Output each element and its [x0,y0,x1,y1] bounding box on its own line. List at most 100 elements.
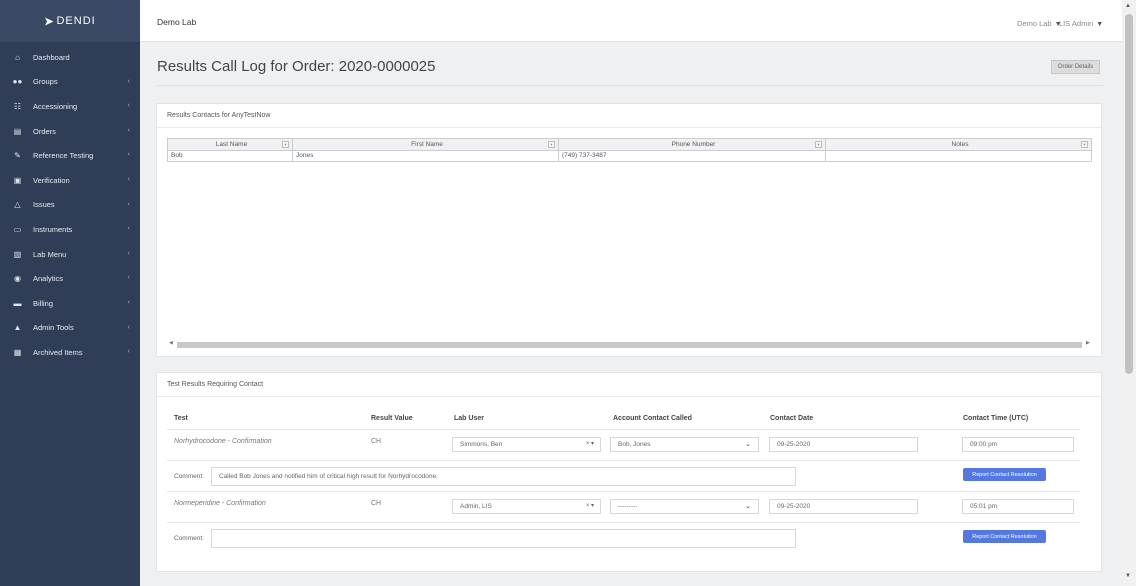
caret-down-icon: ▼ [1096,21,1104,28]
sidebar-item-instruments[interactable]: ▭ Instruments ‹ [0,217,140,242]
orders-icon: ▤ [13,126,22,136]
column-header-test: Test [174,415,188,422]
clear-caret-icon[interactable]: × ▾ [586,438,594,451]
column-header-last-name[interactable]: Last Name ▼ [168,139,293,150]
chevron-left-icon: ‹ [127,200,130,208]
result-value: CH [371,500,382,507]
column-header-contact-time: Contact Time (UTC) [963,415,1029,422]
contacts-panel-title: Results Contacts for AnyTestNow [167,112,271,119]
order-details-button[interactable]: Order Details [1051,60,1100,74]
filter-icon[interactable]: ▼ [548,141,555,148]
lab-menu-icon: ▧ [13,249,22,259]
report-contact-resolution-button[interactable]: Report Contact Resolution [963,468,1046,481]
account-contact-select[interactable]: --------- ⌄ [610,499,759,514]
filter-icon[interactable]: ▼ [1081,141,1088,148]
filter-icon[interactable]: ▼ [815,141,822,148]
sidebar-item-issues[interactable]: △ Issues ‹ [0,193,140,218]
lab-name: Demo Lab [157,17,197,27]
sidebar-item-accessioning[interactable]: ☷ Accessioning ‹ [0,94,140,119]
divider [167,460,1080,461]
scrollbar-thumb[interactable] [1125,14,1133,374]
sidebar-item-lab-menu[interactable]: ▧ Lab Menu ‹ [0,242,140,267]
chevron-left-icon: ‹ [127,323,130,331]
cell-notes [826,151,1091,161]
scrollbar-thumb[interactable] [177,342,1082,348]
clear-caret-icon[interactable]: × ▾ [586,500,594,513]
lab-user-select[interactable]: Simmons, Ben × ▾ [452,437,601,452]
scroll-left-icon[interactable]: ◀ [169,340,173,346]
page-title: Results Call Log for Order: 2020-0000025 [157,58,436,75]
analytics-icon: ◉ [14,274,21,284]
results-panel-title: Test Results Requiring Contact [167,381,264,388]
table-row[interactable]: Bob Jones (749) 737-3487 [168,151,1091,161]
divider [167,429,1080,430]
test-name: Norhydrocodone - Confirmation [174,438,272,445]
contact-time-input[interactable]: 05:01 pm [962,499,1074,514]
cell-first-name: Jones [293,151,559,161]
sidebar: ➤ DENDI ⌂ Dashboard ●● Groups ‹ ☷ Accessionin… [0,0,140,586]
column-header-phone-number[interactable]: Phone Number ▼ [559,139,826,150]
account-contact-select[interactable]: Bob, Jones ⌄ [610,437,759,452]
sidebar-item-groups[interactable]: ●● Groups ‹ [0,70,140,95]
chevron-left-icon: ‹ [127,274,130,282]
sidebar-item-admin-tools[interactable]: ▲ Admin Tools ‹ [0,316,140,341]
chevron-left-icon: ‹ [127,175,130,183]
contact-time-input[interactable]: 09:00 pm [962,437,1074,452]
chevron-left-icon: ‹ [127,298,130,306]
column-header-notes[interactable]: Notes ▼ [826,139,1091,150]
top-bar: Demo Lab Demo Lab ▼ LIS Admin ▼ [140,0,1122,42]
column-header-first-name[interactable]: First Name ▼ [293,139,559,150]
report-contact-resolution-button[interactable]: Report Contact Resolution [963,530,1046,543]
brand-logo[interactable]: ➤ DENDI [0,0,140,42]
chevron-left-icon: ‹ [127,225,130,233]
sidebar-item-archived-items[interactable]: ▦ Archived Items ‹ [0,340,140,365]
page-scrollbar[interactable]: ▲ ▼ [1122,0,1136,586]
sidebar-item-analytics[interactable]: ◉ Analytics ‹ [0,266,140,291]
results-panel: Test Results Requiring Contact Test Resu… [156,372,1102,572]
lab-menu-dropdown[interactable]: Demo Lab ▼ [1017,19,1062,28]
lab-user-select[interactable]: Admin, LIS × ▾ [452,499,601,514]
contacts-panel: Results Contacts for AnyTestNow Last Nam… [156,103,1102,357]
comment-input[interactable]: Called Bob Jones and notified him of cri… [211,467,796,486]
scroll-down-icon[interactable]: ▼ [1125,573,1131,579]
scroll-up-icon[interactable]: ▲ [1125,3,1131,9]
chevron-left-icon: ‹ [127,348,130,356]
users-icon: ●● [12,77,23,87]
sidebar-item-dashboard[interactable]: ⌂ Dashboard [0,45,140,70]
accessioning-icon: ☷ [13,101,22,111]
user-menu-dropdown[interactable]: LIS Admin ▼ [1059,19,1103,28]
home-icon: ⌂ [15,52,20,62]
chevron-down-icon: ⌄ [745,503,751,510]
contact-date-input[interactable]: 09-25-2020 [769,499,918,514]
contacts-grid: Last Name ▼ First Name ▼ Phone Number ▼ Not… [167,138,1092,162]
column-header-account-contact: Account Contact Called [613,415,692,422]
sidebar-item-reference-testing[interactable]: ✎ Reference Testing ‹ [0,143,140,168]
sidebar-item-orders[interactable]: ▤ Orders ‹ [0,119,140,144]
grid-horizontal-scrollbar[interactable]: ◀ ▶ [167,340,1092,349]
result-value: CH [371,438,382,445]
sidebar-nav: ⌂ Dashboard ●● Groups ‹ ☷ Accessioning ‹ ▤ Ord… [0,42,140,365]
comment-label: Comment: [174,535,204,542]
divider [157,396,1101,397]
column-header-result-value: Result Value [371,415,413,422]
chevron-down-icon: ⌄ [745,441,751,448]
divider [157,85,1103,86]
cell-phone-number: (749) 737-3487 [559,151,826,161]
cell-last-name: Bob [168,151,293,161]
chevron-left-icon: ‹ [127,126,130,134]
divider [167,522,1080,523]
divider [157,127,1101,128]
column-header-contact-date: Contact Date [770,415,814,422]
monitor-icon: ▭ [13,224,22,234]
contact-date-input[interactable]: 09-25-2020 [769,437,918,452]
divider [167,491,1080,492]
billing-icon: ▬ [13,298,22,308]
test-name: Normeperidine - Confirmation [174,500,266,507]
comment-input[interactable] [211,529,796,548]
chevron-left-icon: ‹ [127,77,130,85]
document-icon: ▣ [13,175,22,185]
sidebar-item-billing[interactable]: ▬ Billing ‹ [0,291,140,316]
sidebar-item-verification[interactable]: ▣ Verification ‹ [0,168,140,193]
scroll-right-icon[interactable]: ▶ [1086,340,1090,346]
filter-icon[interactable]: ▼ [282,141,289,148]
